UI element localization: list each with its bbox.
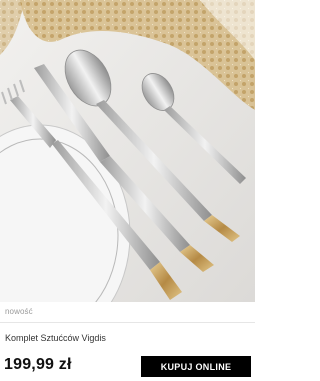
buy-online-button[interactable]: KUPUJ ONLINE: [141, 356, 251, 377]
product-card[interactable]: nowość Komplet Sztućców Vigdis 199,99 zł…: [0, 0, 255, 381]
divider: [0, 322, 255, 323]
product-price: 199,99 zł: [4, 356, 72, 373]
product-badge-new: nowość: [5, 307, 33, 316]
product-title[interactable]: Komplet Sztućców Vigdis: [5, 333, 106, 343]
product-image[interactable]: [0, 0, 255, 302]
cutlery-photo: [0, 0, 255, 302]
